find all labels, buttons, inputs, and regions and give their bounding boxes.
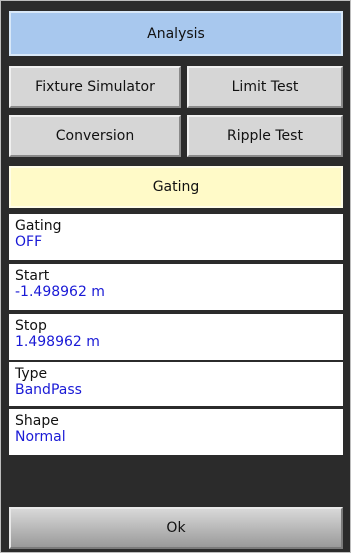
gating-label: Gating [15, 218, 62, 234]
type-label: Type [15, 366, 48, 382]
type-field[interactable]: Type BandPass [9, 362, 343, 406]
stop-label: Stop [15, 318, 47, 334]
start-value: -1.498962 m [15, 284, 105, 300]
conversion-button[interactable]: Conversion [9, 115, 181, 157]
shape-value: Normal [15, 429, 66, 445]
stop-field[interactable]: Stop 1.498962 m [9, 314, 343, 360]
gating-field[interactable]: Gating OFF [9, 214, 343, 260]
start-field[interactable]: Start -1.498962 m [9, 264, 343, 310]
gating-value: OFF [15, 234, 43, 250]
stop-value: 1.498962 m [15, 334, 100, 350]
gating-section-header: Gating [9, 166, 343, 208]
shape-field[interactable]: Shape Normal [9, 409, 343, 455]
fixture-simulator-button[interactable]: Fixture Simulator [9, 66, 181, 108]
limit-test-button[interactable]: Limit Test [187, 66, 343, 108]
type-value: BandPass [15, 382, 82, 398]
ripple-test-button[interactable]: Ripple Test [187, 115, 343, 157]
panel-title: Analysis [9, 11, 343, 56]
ok-button[interactable]: Ok [9, 507, 343, 549]
analysis-panel: Analysis Fixture Simulator Limit Test Co… [0, 0, 351, 553]
shape-label: Shape [15, 413, 59, 429]
start-label: Start [15, 268, 50, 284]
